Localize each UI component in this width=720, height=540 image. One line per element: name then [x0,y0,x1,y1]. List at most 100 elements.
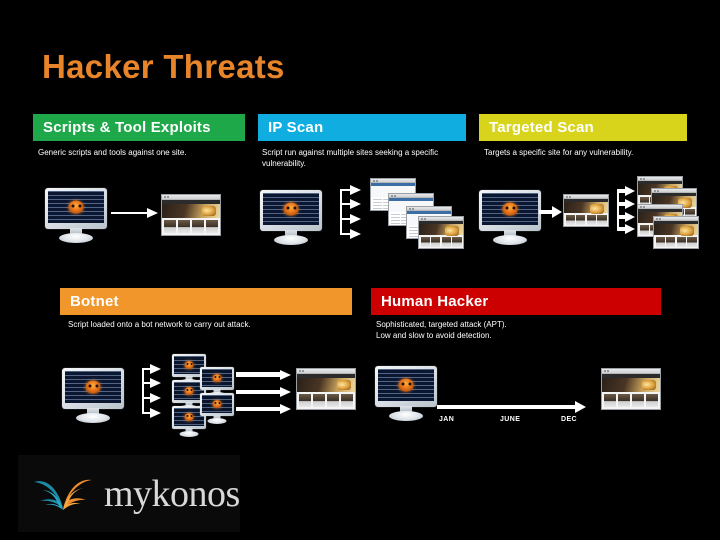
diagram-scripts [33,176,258,268]
scanned-site-thumbnail [418,216,464,249]
target-subpage-thumbnail [653,216,699,249]
browser-chrome [162,195,220,200]
browser-chrome [407,207,451,211]
target-site-thumbnail [161,194,221,236]
monitor-bezel [375,366,437,407]
monitor-bezel [260,190,322,231]
monitor-screen [378,369,434,401]
monitor-base [207,418,227,424]
category-label-human: Human Hacker [381,293,489,310]
site-hero [564,202,608,214]
category-description-botnet: Script loaded onto a bot network to carr… [68,320,251,329]
monitor-bezel [200,393,234,416]
timeline-arrow-icon [437,401,586,413]
timeline-label-jan: JAN [439,416,455,423]
skull-icon [283,202,299,216]
diagram-ipscan [258,176,478,268]
skull-icon [502,202,518,216]
slide-canvas: Hacker Threats Scripts & Tool Exploits G… [0,0,720,540]
category-header-human: Human Hacker [371,288,661,315]
browser-chrome [638,205,682,209]
target-site-thumbnail [601,368,661,410]
mykonos-logo: mykonos [18,455,240,532]
site-hero [419,224,463,236]
skull-icon [212,374,222,382]
skull-icon [184,361,194,369]
attacker-monitor-icon [260,190,322,245]
monitor-base [59,233,93,243]
monitor-bezel [479,190,541,231]
category-label-ipscan: IP Scan [268,119,324,136]
diagram-botnet [60,352,360,438]
category-description-scripts: Generic scripts and tools against one si… [38,148,187,157]
browser-chrome [564,195,608,199]
mykonos-butterfly-icon [34,479,92,510]
category-description-human: Sophisticated, targeted attack (APT). Lo… [376,320,507,340]
monitor-screen [482,193,538,225]
target-site-thumbnail [563,194,609,227]
converge-arrows-icon [236,370,291,414]
site-footer [419,248,463,249]
site-hero [162,204,220,218]
attacker-monitor-icon [62,368,124,423]
category-label-targeted: Targeted Scan [489,119,594,136]
monitor-bezel [200,367,234,390]
browser-chrome [389,194,433,198]
site-footer [297,409,355,410]
timeline-label-june: JUNE [500,416,521,423]
flow-arrow-icon [539,206,562,218]
category-header-ipscan: IP Scan [258,114,466,141]
site-product-grid [419,235,463,248]
timeline-label-dec: DEC [561,416,577,423]
skull-icon [398,378,414,392]
skull-icon [184,413,194,421]
site-product-grid [602,392,660,409]
monitor-base [76,413,110,423]
category-header-targeted: Targeted Scan [479,114,687,141]
fanout-arrows-icon [320,185,361,239]
monitor-bezel [62,368,124,409]
browser-chrome [638,177,682,181]
monitor-screen [65,371,121,403]
bot-monitor-icon [200,393,234,424]
fanout-arrows-icon [122,364,161,418]
site-product-grid [564,213,608,226]
browser-chrome [652,189,696,193]
site-product-grid [162,218,220,235]
site-footer [602,409,660,410]
browser-chrome [419,217,463,221]
attacker-monitor-icon [45,188,107,243]
monitor-screen [202,369,232,387]
attacker-monitor-icon [479,190,541,245]
site-product-grid [654,235,698,248]
flow-arrow-icon [111,208,158,218]
browser-chrome [602,369,660,374]
diagram-human-hacker: JAN JUNE DEC [371,352,661,438]
target-site-thumbnail [296,368,356,410]
skull-icon [212,400,222,408]
site-footer [654,248,698,249]
diagram-targeted [479,176,704,268]
skull-icon [85,380,101,394]
attacker-monitor-icon [375,366,437,421]
browser-chrome [371,179,415,183]
skull-icon [68,200,84,214]
site-hero [602,378,660,392]
mykonos-wordmark: mykonos [104,472,240,515]
category-header-botnet: Botnet [60,288,352,315]
monitor-base [179,431,199,437]
monitor-screen [48,191,104,223]
site-hero [297,378,355,392]
monitor-screen [263,193,319,225]
site-product-grid [297,392,355,409]
monitor-base [493,235,527,245]
site-footer [564,226,608,227]
category-description-ipscan: Script run against multiple sites seekin… [262,148,439,168]
site-footer [162,235,220,236]
category-header-scripts: Scripts & Tool Exploits [33,114,245,141]
monitor-bezel [45,188,107,229]
page-title: Hacker Threats [42,48,285,85]
skull-icon [184,387,194,395]
category-description-targeted: Targets a specific site for any vulnerab… [484,148,634,157]
monitor-base [274,235,308,245]
